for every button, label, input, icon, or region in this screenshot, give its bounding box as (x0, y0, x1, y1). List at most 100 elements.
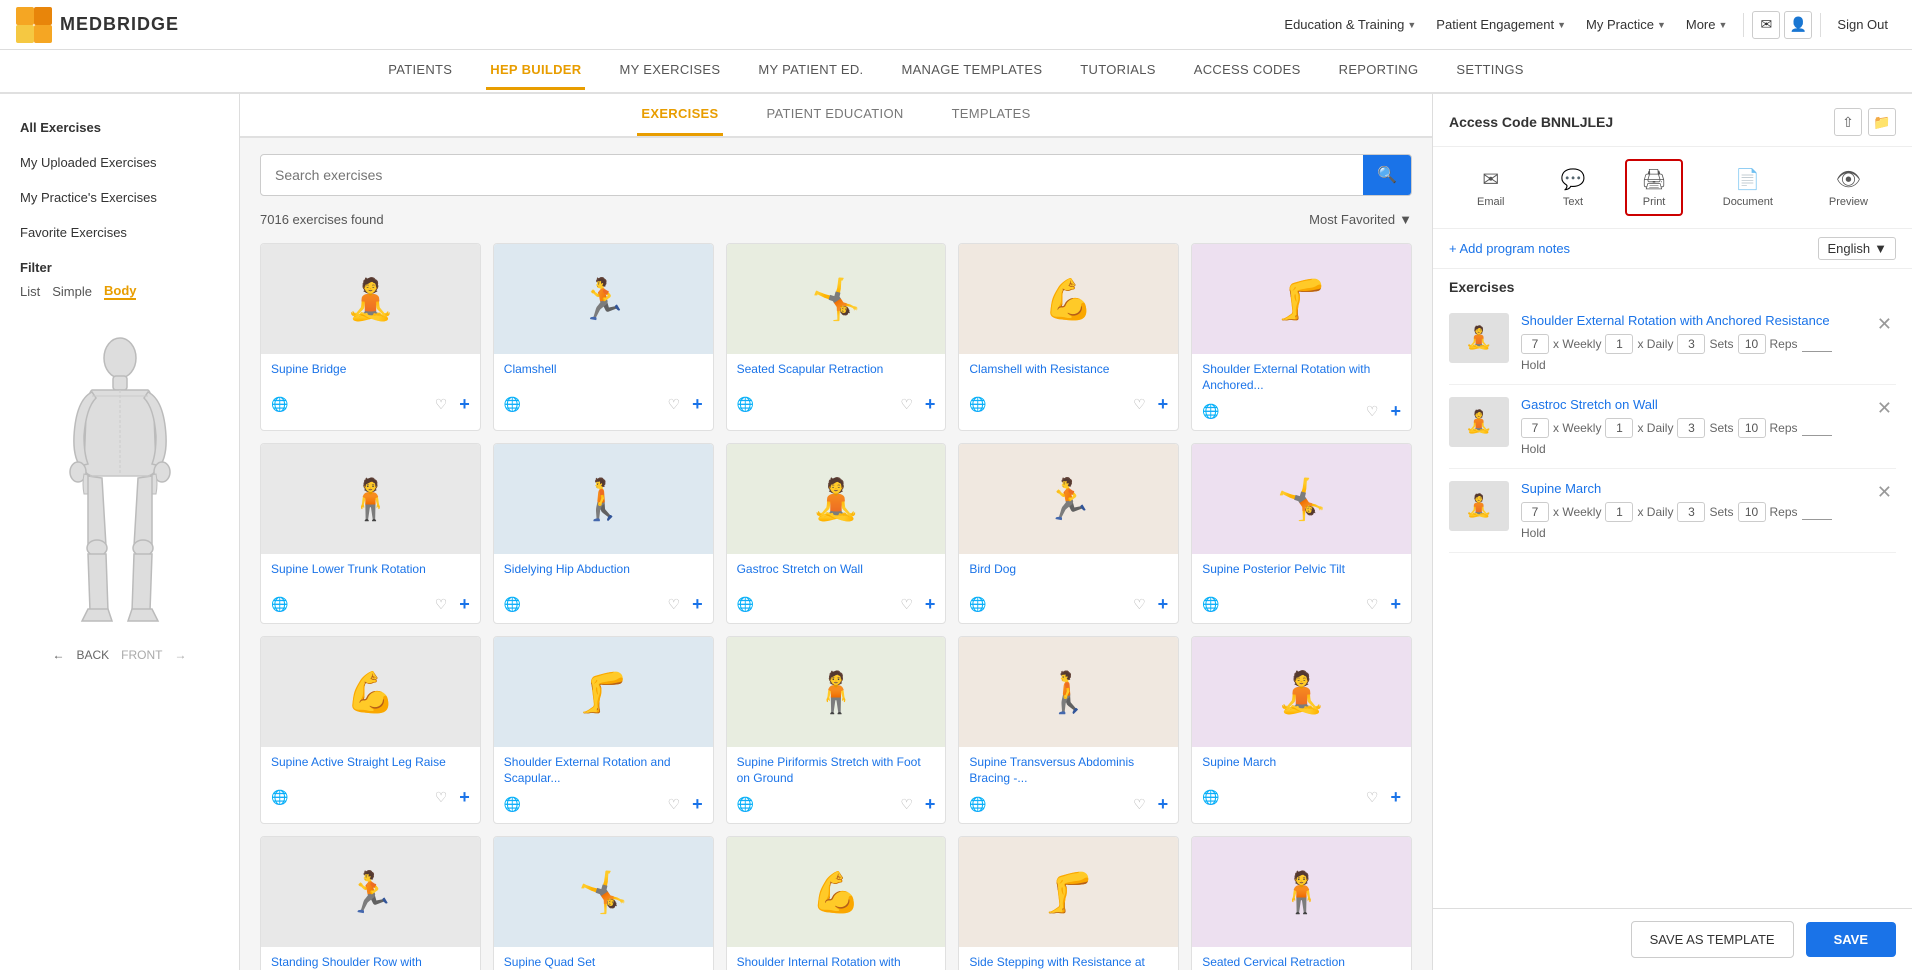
globe-icon[interactable]: 🌐 (737, 796, 754, 813)
filter-mode-simple[interactable]: Simple (52, 284, 92, 299)
daily-val[interactable]: 1 (1605, 334, 1633, 354)
exercise-card[interactable]: 🤸 Seated Scapular Retraction 🌐 ♡ + (726, 243, 947, 431)
weekly-val[interactable]: 7 (1521, 502, 1549, 522)
hold-val[interactable] (1802, 505, 1832, 520)
sidebar-item-all-exercises[interactable]: All Exercises (0, 110, 239, 145)
hold-val[interactable] (1802, 421, 1832, 436)
exercise-card[interactable]: 🧍 Seated Cervical Retraction 🌐 ♡ + (1191, 836, 1412, 970)
add-icon[interactable]: + (692, 794, 703, 815)
remove-exercise-button[interactable]: ✕ (1873, 481, 1896, 503)
daily-val[interactable]: 1 (1605, 502, 1633, 522)
heart-icon[interactable]: ♡ (668, 396, 681, 413)
weekly-val[interactable]: 7 (1521, 334, 1549, 354)
heart-icon[interactable]: ♡ (668, 596, 681, 613)
add-icon[interactable]: + (925, 794, 936, 815)
exercise-card[interactable]: 🤸 Supine Quad Set 🌐 ♡ + (493, 836, 714, 970)
globe-icon[interactable]: 🌐 (271, 596, 288, 613)
folder-icon-btn[interactable]: 📁 (1868, 108, 1896, 136)
reps-val[interactable]: 10 (1738, 418, 1766, 438)
globe-icon[interactable]: 🌐 (737, 596, 754, 613)
exercise-list-name[interactable]: Shoulder External Rotation with Anchored… (1521, 313, 1857, 328)
remove-exercise-button[interactable]: ✕ (1873, 397, 1896, 419)
language-select[interactable]: English ▼ (1818, 237, 1896, 260)
add-icon[interactable]: + (692, 594, 703, 615)
heart-icon[interactable]: ♡ (1133, 596, 1146, 613)
exercise-name[interactable]: Supine Bridge (261, 354, 480, 390)
sidebar-item-my-practice[interactable]: My Practice's Exercises (0, 180, 239, 215)
exercise-name[interactable]: Supine Active Straight Leg Raise (261, 747, 480, 783)
exercise-name[interactable]: Seated Scapular Retraction (727, 354, 946, 390)
tab-exercises[interactable]: EXERCISES (637, 94, 722, 136)
nav-more[interactable]: More ▼ (1678, 13, 1736, 36)
exercise-name[interactable]: Shoulder External Rotation and Scapular.… (494, 747, 713, 790)
globe-icon[interactable]: 🌐 (1202, 596, 1219, 613)
add-icon[interactable]: + (692, 394, 703, 415)
search-button[interactable]: 🔍 (1363, 155, 1411, 195)
exercise-name[interactable]: Bird Dog (959, 554, 1178, 590)
heart-icon[interactable]: ♡ (1366, 403, 1379, 420)
user-icon-btn[interactable]: 👤 (1784, 11, 1812, 39)
add-icon[interactable]: + (1390, 401, 1401, 422)
add-icon[interactable]: + (1158, 394, 1169, 415)
heart-icon[interactable]: ♡ (900, 796, 913, 813)
heart-icon[interactable]: ♡ (1366, 596, 1379, 613)
exercise-name[interactable]: Supine Posterior Pelvic Tilt (1192, 554, 1411, 590)
nav-tutorials[interactable]: TUTORIALS (1076, 52, 1159, 90)
heart-icon[interactable]: ♡ (1133, 796, 1146, 813)
nav-manage-templates[interactable]: MANAGE TEMPLATES (897, 52, 1046, 90)
reps-val[interactable]: 10 (1738, 334, 1766, 354)
exercise-card[interactable]: 🧘 Supine Bridge 🌐 ♡ + (260, 243, 481, 431)
exercise-name[interactable]: Shoulder External Rotation with Anchored… (1192, 354, 1411, 397)
filter-mode-body[interactable]: Body (104, 283, 137, 300)
exercise-name[interactable]: Supine Transversus Abdominis Bracing -..… (959, 747, 1178, 790)
exercise-card[interactable]: 🦵 Shoulder External Rotation and Scapula… (493, 636, 714, 824)
exercise-card[interactable]: 🧍 Supine Lower Trunk Rotation 🌐 ♡ + (260, 443, 481, 624)
sets-val[interactable]: 3 (1677, 334, 1705, 354)
exercise-name[interactable]: Supine March (1192, 747, 1411, 783)
exercise-name[interactable]: Supine Lower Trunk Rotation (261, 554, 480, 590)
add-icon[interactable]: + (1390, 787, 1401, 808)
exercise-card[interactable]: 🧘 Supine March 🌐 ♡ + (1191, 636, 1412, 824)
exercise-name[interactable]: Side Stepping with Resistance at Ankles (959, 947, 1178, 970)
exercise-card[interactable]: 🚶 Sidelying Hip Abduction 🌐 ♡ + (493, 443, 714, 624)
exercise-card[interactable]: 🦵 Shoulder External Rotation with Anchor… (1191, 243, 1412, 431)
nav-patient-engagement[interactable]: Patient Engagement ▼ (1428, 13, 1574, 36)
exercise-name[interactable]: Clamshell (494, 354, 713, 390)
globe-icon[interactable]: 🌐 (1202, 789, 1219, 806)
add-icon[interactable]: + (1390, 594, 1401, 615)
exercise-name[interactable]: Sidelying Hip Abduction (494, 554, 713, 590)
exercise-name[interactable]: Seated Cervical Retraction (1192, 947, 1411, 970)
sets-val[interactable]: 3 (1677, 502, 1705, 522)
exercise-card[interactable]: 🧘 Gastroc Stretch on Wall 🌐 ♡ + (726, 443, 947, 624)
weekly-val[interactable]: 7 (1521, 418, 1549, 438)
action-preview[interactable]: 👁 Preview (1813, 159, 1884, 216)
heart-icon[interactable]: ♡ (668, 796, 681, 813)
daily-val[interactable]: 1 (1605, 418, 1633, 438)
nav-hep-builder[interactable]: HEP BUILDER (486, 52, 585, 90)
add-icon[interactable]: + (459, 787, 470, 808)
nav-settings[interactable]: SETTINGS (1452, 52, 1527, 90)
add-icon[interactable]: + (459, 594, 470, 615)
action-text[interactable]: 💬 Text (1544, 159, 1601, 216)
add-icon[interactable]: + (1158, 594, 1169, 615)
exercise-card[interactable]: 🏃 Standing Shoulder Row with Anchored...… (260, 836, 481, 970)
globe-icon[interactable]: 🌐 (969, 796, 986, 813)
exercise-name[interactable]: Clamshell with Resistance (959, 354, 1178, 390)
heart-icon[interactable]: ♡ (900, 596, 913, 613)
heart-icon[interactable]: ♡ (435, 596, 448, 613)
nav-reporting[interactable]: REPORTING (1335, 52, 1423, 90)
add-icon[interactable]: + (925, 394, 936, 415)
add-notes-link[interactable]: + Add program notes (1449, 241, 1570, 256)
save-template-button[interactable]: SAVE AS TEMPLATE (1631, 921, 1794, 958)
exercise-name[interactable]: Supine Quad Set (494, 947, 713, 970)
sort-select[interactable]: Most Favorited ▼ (1309, 212, 1412, 227)
exercise-card[interactable]: 🧍 Supine Piriformis Stretch with Foot on… (726, 636, 947, 824)
heart-icon[interactable]: ♡ (435, 396, 448, 413)
reps-val[interactable]: 10 (1738, 502, 1766, 522)
globe-icon[interactable]: 🌐 (969, 396, 986, 413)
exercise-name[interactable]: Gastroc Stretch on Wall (727, 554, 946, 590)
action-print[interactable]: 🖨 Print (1625, 159, 1682, 216)
messages-icon-btn[interactable]: ✉ (1752, 11, 1780, 39)
globe-icon[interactable]: 🌐 (271, 789, 288, 806)
nav-education-training[interactable]: Education & Training ▼ (1276, 13, 1424, 36)
